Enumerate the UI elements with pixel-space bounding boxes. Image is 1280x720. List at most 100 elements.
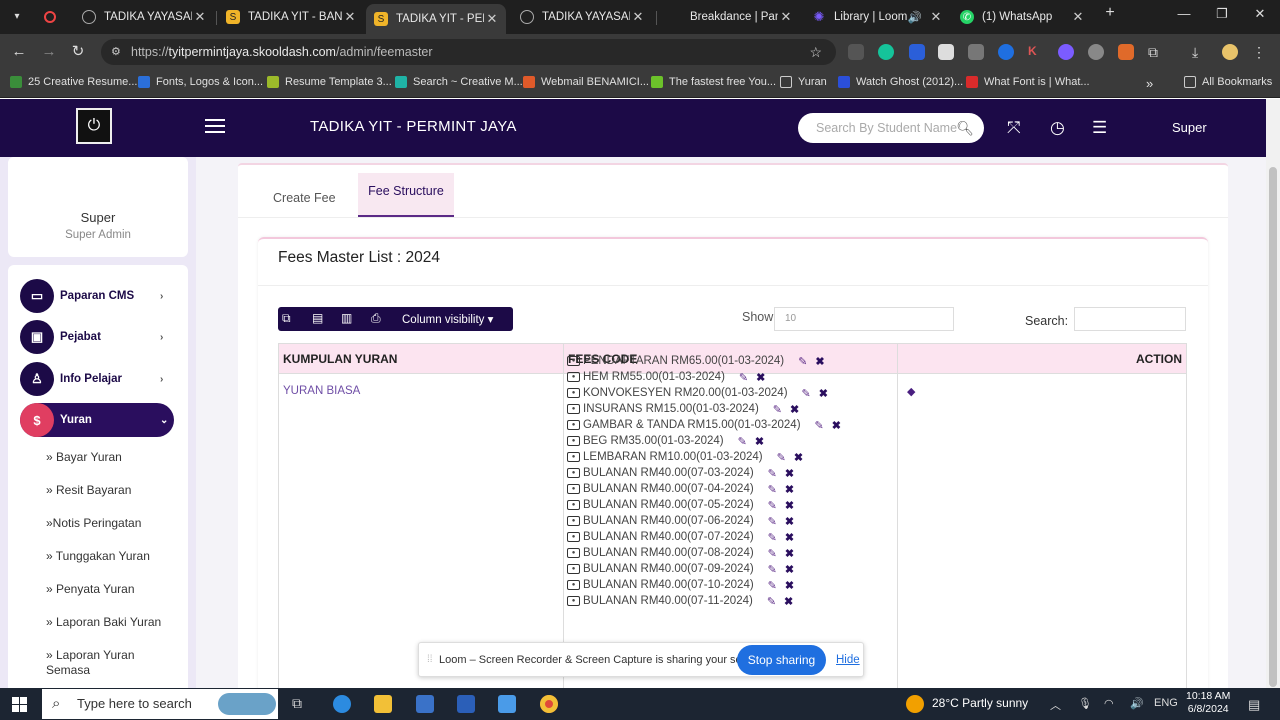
- mail-icon[interactable]: [498, 695, 516, 713]
- edit-icon[interactable]: ✎: [768, 579, 777, 592]
- avatar[interactable]: [1222, 44, 1238, 60]
- speaker-icon[interactable]: 🔊: [1130, 697, 1144, 710]
- drag-handle-icon[interactable]: ⁞⁞: [427, 654, 433, 665]
- loom-extension-icon[interactable]: [1058, 44, 1074, 60]
- col-kumpulan-yuran[interactable]: KUMPULAN YURAN: [283, 352, 397, 366]
- delete-icon[interactable]: ✖: [785, 579, 794, 592]
- tab-tadika-band[interactable]: S TADIKA YIT - BAND ✕: [218, 4, 364, 30]
- tab-search-icon[interactable]: ▾: [6, 6, 28, 28]
- show-entries-select[interactable]: 10: [774, 307, 954, 331]
- edit-icon[interactable]: ✎: [768, 499, 777, 512]
- extension-icon[interactable]: [1088, 44, 1104, 60]
- submenu-penyata-yuran[interactable]: » Penyata Yuran: [46, 582, 135, 597]
- extension-icon[interactable]: [1118, 44, 1134, 60]
- table-search-input[interactable]: [1074, 307, 1186, 331]
- pdf-icon[interactable]: ▥: [341, 311, 352, 325]
- delete-icon[interactable]: ✖: [784, 595, 793, 608]
- sidebar-item-info-pelajar[interactable]: ♙ Info Pelajar ›: [20, 362, 174, 396]
- wifi-icon[interactable]: ◠: [1104, 697, 1114, 710]
- hamburger-menu-icon[interactable]: [205, 119, 225, 135]
- delete-icon[interactable]: ✖: [785, 483, 794, 496]
- edit-icon[interactable]: ✎: [777, 451, 786, 464]
- edit-icon[interactable]: ✎: [773, 403, 782, 416]
- edit-icon[interactable]: ✎: [738, 435, 747, 448]
- col-action[interactable]: ACTION: [1136, 352, 1182, 366]
- server-icon[interactable]: ☰: [1092, 118, 1107, 138]
- close-icon[interactable]: ✕: [342, 9, 358, 25]
- edit-icon[interactable]: ✎: [768, 515, 777, 528]
- view-icon[interactable]: ●: [567, 484, 580, 494]
- file-explorer-icon[interactable]: [374, 695, 392, 713]
- group-name[interactable]: YURAN BIASA: [283, 385, 360, 397]
- tray-chevron-icon[interactable]: ︿: [1050, 697, 1061, 713]
- all-bookmarks[interactable]: All Bookmarks: [1184, 76, 1272, 88]
- reload-icon[interactable]: ↻: [67, 41, 89, 63]
- bookmark-item[interactable]: Webmail BENAMICI...: [523, 76, 649, 88]
- delete-icon[interactable]: ✖: [815, 355, 824, 368]
- delete-icon[interactable]: ✖: [832, 419, 841, 432]
- view-icon[interactable]: ●: [567, 500, 580, 510]
- bookmark-item[interactable]: Resume Template 3...: [267, 76, 392, 88]
- tab-tadika-1[interactable]: TADIKA YAYASAN IS ✕: [74, 4, 214, 30]
- student-search-input[interactable]: Search By Student Name 🔍︎: [798, 113, 984, 143]
- more-bookmarks-icon[interactable]: »: [1146, 76, 1153, 91]
- tab-create-fee[interactable]: Create Fee: [273, 191, 336, 205]
- close-window-button[interactable]: ✕: [1246, 6, 1274, 22]
- submenu-laporan-baki-yuran[interactable]: » Laporan Baki Yuran: [46, 615, 161, 630]
- bookmark-star-icon[interactable]: ☆: [809, 39, 822, 65]
- bookmark-item[interactable]: 25 Creative Resume...: [10, 76, 137, 88]
- forward-icon[interactable]: →: [38, 41, 60, 63]
- tab-breakdance[interactable]: Breakdance | Pandu ✕: [660, 4, 800, 30]
- edge-icon[interactable]: [333, 695, 351, 713]
- microphone-icon[interactable]: 🎙: [1078, 697, 1092, 710]
- back-icon[interactable]: ←: [8, 41, 30, 63]
- extension-icon[interactable]: [998, 44, 1014, 60]
- header-user-name[interactable]: Super: [1172, 120, 1207, 135]
- tab-fee-structure[interactable]: Fee Structure: [358, 173, 454, 217]
- sidebar-item-yuran[interactable]: $ Yuran ⌄: [20, 403, 174, 437]
- bookmark-item[interactable]: Watch Ghost (2012)...: [838, 76, 963, 88]
- close-icon[interactable]: ✕: [192, 9, 208, 25]
- view-icon[interactable]: ●: [567, 388, 580, 398]
- close-icon[interactable]: ✕: [778, 9, 794, 25]
- clock-icon[interactable]: ◷: [1050, 118, 1065, 138]
- view-icon[interactable]: ●: [567, 468, 580, 478]
- view-icon[interactable]: ●: [567, 372, 580, 382]
- extension-icon[interactable]: [938, 44, 954, 60]
- bookmark-item[interactable]: Search ~ Creative M...: [395, 76, 523, 88]
- excel-icon[interactable]: ▤: [312, 311, 323, 325]
- view-icon[interactable]: ●: [567, 532, 580, 542]
- view-icon[interactable]: ●: [567, 564, 580, 574]
- delete-icon[interactable]: ✖: [785, 547, 794, 560]
- language-indicator[interactable]: ENG: [1154, 697, 1178, 709]
- edit-icon[interactable]: ✎: [798, 355, 807, 368]
- close-icon[interactable]: ✕: [928, 9, 944, 25]
- view-icon[interactable]: ●: [567, 580, 580, 590]
- bookmark-item[interactable]: The fastest free You...: [651, 76, 776, 88]
- delete-icon[interactable]: ✖: [790, 403, 799, 416]
- weather-text[interactable]: 28°C Partly sunny: [932, 696, 1028, 710]
- view-icon[interactable]: ●: [567, 404, 580, 414]
- tab-tadika-permint[interactable]: S TADIKA YIT - PERMI ✕: [366, 4, 506, 34]
- extension-icon[interactable]: K: [1028, 44, 1044, 60]
- notifications-icon[interactable]: ▤: [1248, 697, 1260, 713]
- view-icon[interactable]: ●: [567, 356, 580, 366]
- delete-icon[interactable]: ✖: [756, 371, 765, 384]
- store-icon[interactable]: [416, 695, 434, 713]
- fullscreen-icon[interactable]: ⤧: [1007, 118, 1021, 138]
- minimize-button[interactable]: —: [1170, 6, 1198, 21]
- view-icon[interactable]: ●: [567, 516, 580, 526]
- view-icon[interactable]: ●: [567, 452, 580, 462]
- bookmark-item[interactable]: What Font is | What...: [966, 76, 1090, 88]
- school-logo[interactable]: ⏻: [76, 108, 112, 144]
- tag-icon[interactable]: ◆: [907, 385, 915, 398]
- delete-icon[interactable]: ✖: [785, 499, 794, 512]
- sidebar-item-paparan-cms[interactable]: ▭ Paparan CMS ›: [20, 279, 174, 313]
- more-menu-icon[interactable]: ⋮: [1252, 44, 1268, 60]
- bookmark-item[interactable]: Fonts, Logos & Icon...: [138, 76, 263, 88]
- edit-icon[interactable]: ✎: [767, 595, 776, 608]
- print-icon[interactable]: ⎙: [371, 311, 381, 326]
- submenu-notis-peringatan[interactable]: »Notis Peringatan: [46, 516, 141, 531]
- column-visibility-button[interactable]: Column visibility ▾: [402, 312, 493, 326]
- windows-start-icon[interactable]: [12, 697, 27, 712]
